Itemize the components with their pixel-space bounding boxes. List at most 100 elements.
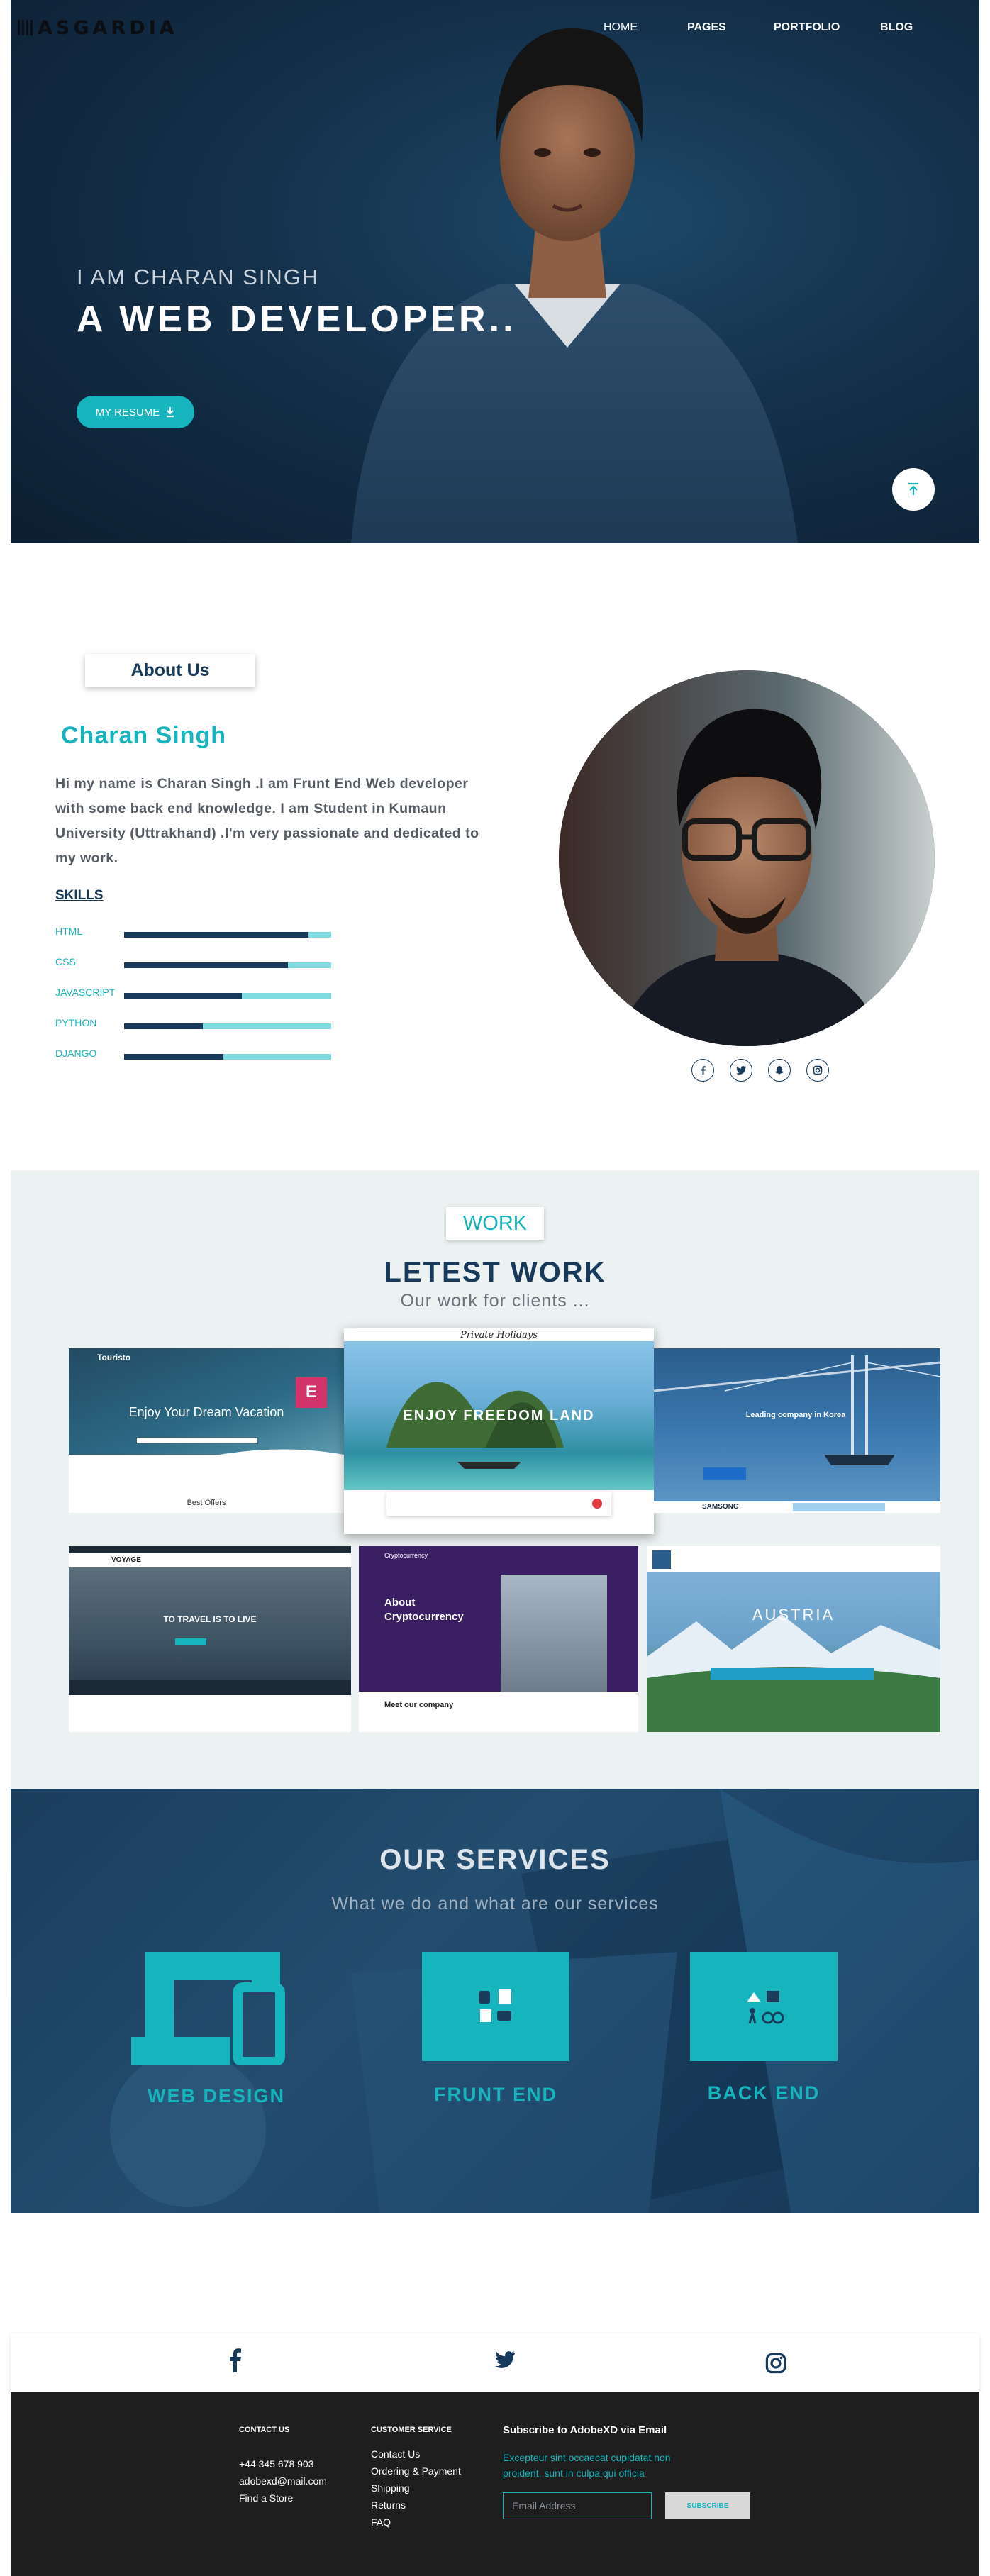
facebook-icon[interactable]: [227, 2348, 243, 2372]
page: ASGARDIA HOME PAGES PORTFOLIO BLOG I AM …: [0, 0, 990, 2576]
skills-heading: SKILLS: [55, 888, 104, 903]
skill-label: DJANGO: [55, 1048, 97, 1059]
about-us-label: About Us: [85, 654, 255, 687]
work-badge: WORK: [446, 1207, 544, 1240]
project-brand: Touristo: [97, 1353, 131, 1362]
project-caption: AUSTRIA: [752, 1606, 835, 1623]
nav-blog[interactable]: BLOG: [880, 21, 913, 34]
project-office-photo: [501, 1575, 607, 1692]
hero-person-photo: [351, 28, 798, 543]
skill-bar: [124, 993, 331, 999]
about-social-links: [691, 1059, 829, 1082]
project-caption: TO TRAVEL IS TO LIVE: [163, 1614, 257, 1624]
profile-photo: [559, 670, 935, 1046]
skill-bar-fill: [124, 993, 243, 999]
facebook-icon[interactable]: [691, 1059, 714, 1082]
instagram-icon[interactable]: [764, 2352, 787, 2375]
frunt-end-box: [422, 1952, 569, 2061]
skill-javascript: JAVASCRIPT: [55, 987, 339, 1001]
nav-pages[interactable]: PAGES: [687, 21, 726, 34]
project-search-dot: [592, 1499, 602, 1509]
project-card-austria[interactable]: AUSTRIA: [647, 1546, 940, 1732]
hero-section: ASGARDIA HOME PAGES PORTFOLIO BLOG I AM …: [11, 0, 979, 543]
scroll-top-button[interactable]: [892, 468, 935, 511]
twitter-icon[interactable]: [730, 1059, 752, 1082]
nav-portfolio[interactable]: PORTFOLIO: [774, 21, 840, 34]
elementor-icon: E: [296, 1377, 327, 1408]
project-strip: [793, 1503, 885, 1511]
email-input[interactable]: Email Address: [503, 2492, 652, 2519]
devices-icon: [124, 1952, 301, 2067]
project-hero-image: [69, 1567, 351, 1695]
site-footer: CONTACT US +44 345 678 903 adobexd@mail.…: [11, 2392, 979, 2576]
project-footer-text: Best Offers: [187, 1499, 226, 1507]
project-button: [703, 1467, 746, 1480]
about-bio: Hi my name is Charan Singh .I am Frunt E…: [55, 776, 479, 866]
footer-service-heading: CUSTOMER SERVICE: [371, 2426, 452, 2434]
project-card-voyage[interactable]: VOYAGE TO TRAVEL IS TO LIVE: [69, 1546, 351, 1732]
project-card-private-holidays[interactable]: Private Holidays ENJOY FREEDOM LAND: [344, 1328, 654, 1534]
hero-subtitle: I AM CHARAN SINGH: [77, 265, 320, 289]
instagram-icon[interactable]: [806, 1059, 829, 1082]
footer-link-shipping[interactable]: Shipping: [371, 2482, 410, 2494]
project-caption: About Cryptocurrency: [384, 1597, 464, 1623]
project-topbar: [647, 1546, 940, 1572]
skill-html: HTML: [55, 926, 339, 940]
social-strip: [11, 2333, 979, 2392]
twitter-icon[interactable]: [493, 2350, 517, 2370]
my-resume-button[interactable]: MY RESUME: [77, 396, 194, 428]
frontend-tools-icon: [479, 1989, 511, 2022]
project-button: [175, 1638, 206, 1645]
footer-contact-email[interactable]: adobexd@mail.com: [239, 2475, 327, 2487]
work-subtitle: Our work for clients ...: [400, 1291, 590, 1311]
arrow-up-icon: [908, 482, 918, 495]
project-topbar: [69, 1546, 351, 1553]
site-logo[interactable]: ASGARDIA: [18, 17, 178, 39]
footer-link-contact-us[interactable]: Contact Us: [371, 2448, 420, 2460]
skill-bar: [124, 962, 331, 968]
service-label-back-end: BACK END: [707, 2082, 821, 2104]
work-section: WORK LETEST WORK Our work for clients ..…: [11, 1170, 979, 1789]
footer-find-store-link[interactable]: Find a Store: [239, 2492, 293, 2504]
skill-label: HTML: [55, 926, 83, 937]
footer-link-faq[interactable]: FAQ: [371, 2516, 391, 2528]
skill-label: PYTHON: [55, 1017, 97, 1028]
services-subtitle: What we do and what are our services: [331, 1894, 659, 1914]
project-card-cryptocurrency[interactable]: Cryptocurrency About Cryptocurrency Meet…: [359, 1546, 638, 1732]
skill-label: JAVASCRIPT: [55, 987, 116, 998]
project-hero-image: [647, 1572, 940, 1732]
project-search-bar: [137, 1438, 257, 1443]
project-brand: Cryptocurrency: [384, 1552, 428, 1559]
skill-python: PYTHON: [55, 1017, 339, 1031]
services-section: OUR SERVICES What we do and what are our…: [11, 1789, 979, 2213]
project-booking-bar: [711, 1668, 874, 1680]
profile-photo-art: [559, 670, 935, 1046]
project-footer-text: Meet our company: [384, 1701, 454, 1709]
footer-link-ordering[interactable]: Ordering & Payment: [371, 2465, 461, 2477]
resume-button-label: MY RESUME: [95, 406, 160, 418]
service-label-frunt-end: FRUNT END: [434, 2084, 557, 2105]
subscribe-button[interactable]: SUBSCRIBE: [665, 2492, 750, 2519]
skill-bar-fill: [124, 1054, 224, 1060]
skill-bar-fill: [124, 932, 308, 938]
footer-subscribe-heading: Subscribe to AdobeXD via Email: [503, 2424, 667, 2436]
project-caption: ENJOY FREEDOM LAND: [403, 1408, 595, 1423]
project-card-touristo[interactable]: Touristo E Enjoy Your Dream Vacation Bes…: [69, 1348, 344, 1513]
logo-text: ASGARDIA: [38, 17, 178, 39]
project-brand: VOYAGE: [111, 1556, 141, 1564]
footer-contact-phone[interactable]: +44 345 678 903: [239, 2458, 314, 2470]
skill-bar-fill: [124, 962, 288, 968]
footer-link-returns[interactable]: Returns: [371, 2499, 406, 2511]
project-brand: SAMSONG: [702, 1503, 739, 1511]
nav-home[interactable]: HOME: [604, 21, 638, 34]
skill-django: DJANGO: [55, 1048, 339, 1062]
project-booking-bar: [386, 1492, 611, 1516]
project-card-samsong[interactable]: Leading company in Korea SAMSONG: [654, 1348, 940, 1513]
snapchat-icon[interactable]: [768, 1059, 791, 1082]
service-label-web-design: WEB DESIGN: [147, 2085, 285, 2106]
about-name: Charan Singh: [61, 722, 227, 749]
backend-tools-icon: [747, 1991, 784, 2024]
skill-bar: [124, 1023, 331, 1029]
wave-divider: [69, 1449, 344, 1469]
work-title: LETEST WORK: [384, 1257, 606, 1288]
